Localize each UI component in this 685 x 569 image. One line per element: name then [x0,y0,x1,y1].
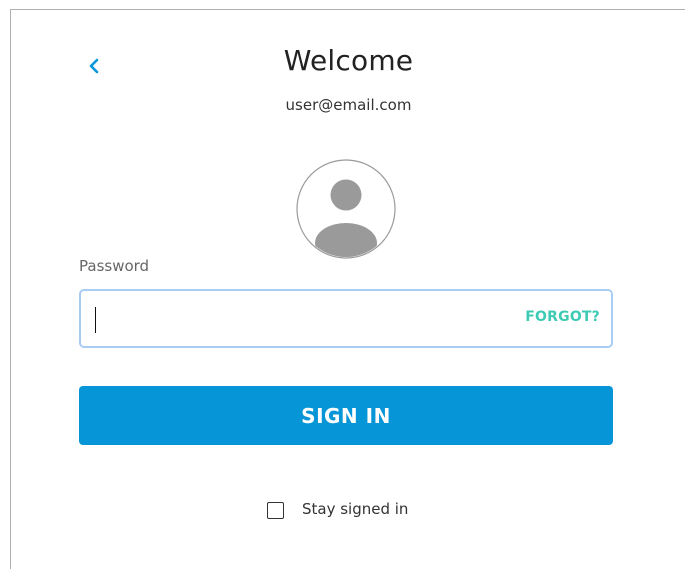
forgot-password-link[interactable]: FORGOT? [525,309,600,325]
avatar [296,159,396,259]
stay-signed-in-label: Stay signed in [302,499,409,518]
login-card: Welcome user@email.com Password FORGOT? … [10,9,685,569]
password-field[interactable]: FORGOT? [79,289,613,348]
user-email: user@email.com [285,96,412,114]
page-title: Welcome [283,44,414,77]
password-label: Password [79,257,150,275]
password-input[interactable] [91,301,495,339]
stay-signed-in-option[interactable]: Stay signed in [267,498,408,519]
stay-signed-in-checkbox[interactable] [267,502,284,519]
user-avatar-icon [296,159,396,259]
text-caret [95,307,96,333]
sign-in-button[interactable]: SIGN IN [79,386,613,445]
